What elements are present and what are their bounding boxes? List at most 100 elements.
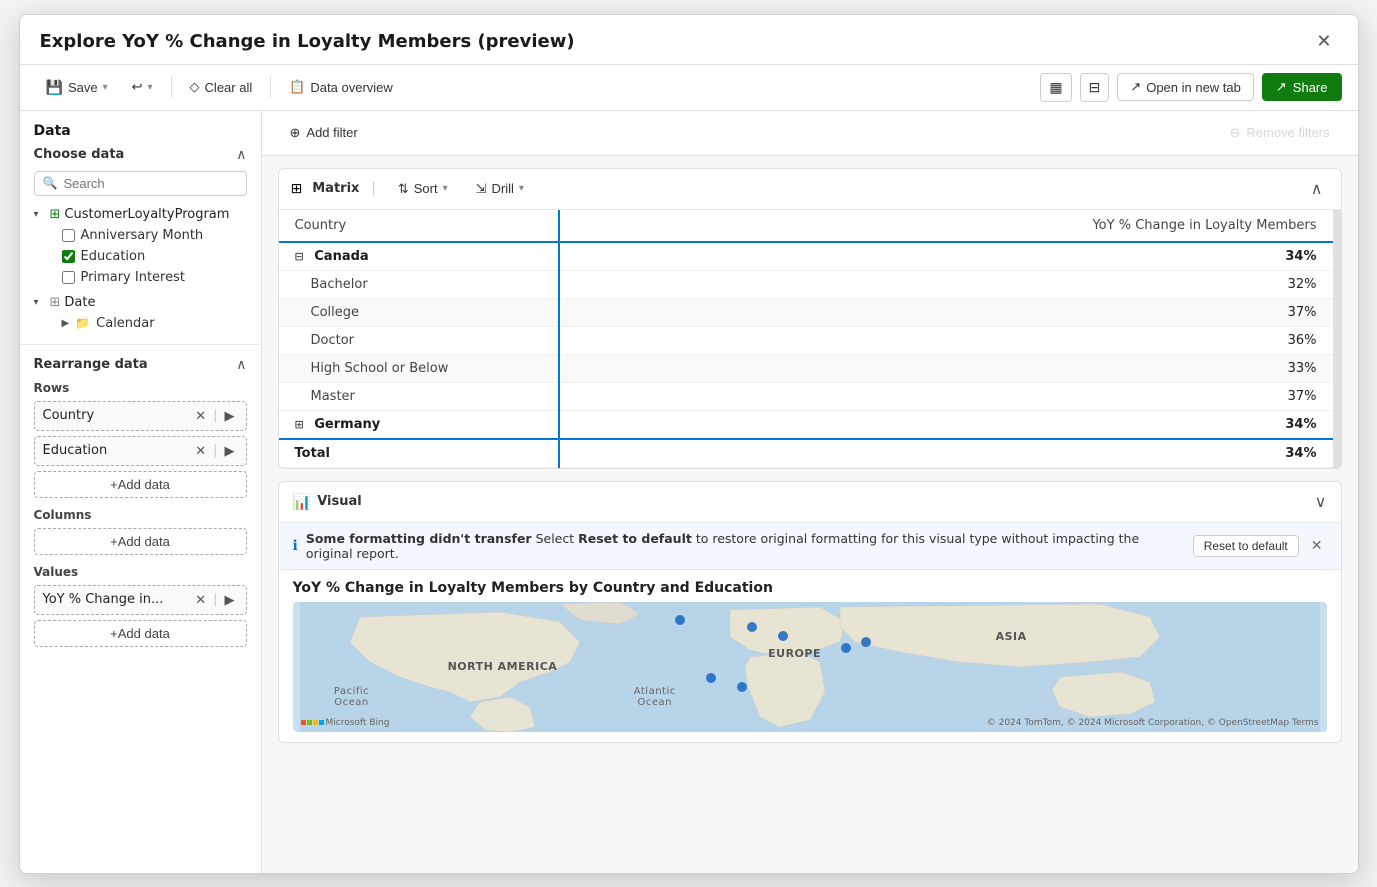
row-pill-education: Education ✕ | ▶ [34, 436, 247, 466]
rearrange-section: Rearrange data ∧ Rows Country ✕ | ▶ Educ… [20, 344, 261, 657]
map-container[interactable]: NORTH AMERICA EUROPE ASIA PacificOcean A… [293, 602, 1327, 732]
choose-data-header: Choose data ∧ [34, 147, 247, 163]
primary-interest-label: Primary Interest [81, 270, 185, 285]
grid-view-button[interactable]: ▦ [1040, 73, 1071, 102]
dismiss-warning-button[interactable]: ✕ [1307, 537, 1327, 554]
rows-label: Rows [34, 381, 247, 395]
total-label: Total [279, 439, 559, 468]
yoy-pill-label: YoY % Change in... [43, 592, 164, 607]
asia-label: ASIA [996, 630, 1027, 643]
data-section-title: Data [34, 123, 247, 139]
highschool-label: High School or Below [279, 354, 559, 382]
values-add-data-button[interactable]: +Add data [34, 620, 247, 647]
education-remove-btn[interactable]: ✕ [192, 442, 209, 460]
matrix-grid-icon: ⊞ [291, 181, 303, 197]
right-panel: ⊕ Add filter ⊖ Remove filters ⊞ Matrix |… [262, 111, 1358, 873]
anniversary-checkbox[interactable] [62, 229, 75, 242]
visual-collapse-button[interactable]: ∨ [1315, 492, 1327, 512]
country-more-btn[interactable]: ▶ [222, 407, 238, 425]
country-pill-label: Country [43, 408, 95, 423]
columns-label: Columns [34, 508, 247, 522]
map-dot-5 [861, 637, 871, 647]
rows-add-data-button[interactable]: +Add data [34, 471, 247, 498]
map-credit: © 2024 TomTom, © 2024 Microsoft Corporat… [987, 718, 1319, 728]
table-row: College 37% [279, 298, 1333, 326]
germany-expand[interactable]: ⊞ [295, 418, 304, 431]
data-overview-button[interactable]: 📋 Data overview [279, 74, 403, 100]
primary-interest-checkbox[interactable] [62, 271, 75, 284]
canada-label: ⊟ Canada [279, 242, 559, 271]
open-new-tab-button[interactable]: ↗ Open in new tab [1117, 73, 1254, 101]
undo-button[interactable]: ↩ ▾ [122, 74, 163, 100]
visual-section: 📊 Visual ∨ ℹ Some formatting didn't tran… [278, 481, 1342, 743]
close-button[interactable]: ✕ [1310, 29, 1337, 54]
drill-icon: ⇲ [476, 181, 487, 197]
table-row: Master 37% [279, 382, 1333, 410]
tree-child-education[interactable]: Education [34, 246, 247, 267]
rearrange-title: Rearrange data [34, 357, 148, 372]
date-expand-icon: ▾ [34, 297, 46, 308]
matrix-toolbar: ⊞ Matrix | ⇅ Sort ▾ ⇲ Drill ▾ ∧ [279, 169, 1341, 210]
college-label: College [279, 298, 559, 326]
yoy-remove-btn[interactable]: ✕ [192, 591, 209, 609]
tree-child-primary-interest[interactable]: Primary Interest [34, 267, 247, 288]
save-button[interactable]: 💾 Save ▾ [36, 74, 118, 101]
tree-item-date[interactable]: ▾ ⊞ Date [34, 292, 247, 313]
anniversary-label: Anniversary Month [81, 228, 204, 243]
education-checkbox[interactable] [62, 250, 75, 263]
matrix-collapse-button[interactable]: ∧ [1305, 177, 1329, 201]
save-dropdown-arrow: ▾ [103, 82, 108, 93]
college-value: 37% [559, 298, 1333, 326]
rearrange-collapse-icon: ∧ [236, 357, 246, 373]
undo-icon: ↩ [132, 79, 143, 95]
map-dot-1 [675, 615, 685, 625]
undo-dropdown-arrow: ▾ [148, 82, 153, 93]
drill-dropdown-arrow: ▾ [519, 183, 524, 194]
map-dot-4 [841, 643, 851, 653]
reset-to-default-button[interactable]: Reset to default [1193, 535, 1299, 557]
highschool-value: 33% [559, 354, 1333, 382]
matrix-scrollbar[interactable] [1333, 210, 1341, 468]
matrix-table: Country YoY % Change in Loyalty Members [279, 210, 1333, 468]
tree-child-calendar[interactable]: ▶ 📁 Calendar [34, 313, 247, 334]
yoy-more-btn[interactable]: ▶ [222, 591, 238, 609]
education-more-btn[interactable]: ▶ [222, 442, 238, 460]
bing-sq-blue [319, 720, 324, 725]
clear-all-button[interactable]: ◇ Clear all [180, 74, 263, 100]
search-box[interactable]: 🔍 [34, 171, 247, 196]
remove-filters-button[interactable]: ⊖ Remove filters [1222, 121, 1338, 145]
split-view-button[interactable]: ⊟ [1080, 73, 1110, 102]
visual-header: 📊 Visual ∨ [279, 482, 1341, 523]
table-row: High School or Below 33% [279, 354, 1333, 382]
search-input[interactable] [63, 176, 237, 191]
modal-header: Explore YoY % Change in Loyalty Members … [20, 15, 1358, 65]
education-pill-actions: ✕ | ▶ [192, 442, 237, 460]
col-yoy: YoY % Change in Loyalty Members [559, 210, 1333, 242]
tree-child-anniversary[interactable]: Anniversary Month [34, 225, 247, 246]
add-filter-button[interactable]: ⊕ Add filter [282, 121, 366, 145]
columns-add-data-button[interactable]: +Add data [34, 528, 247, 555]
drill-button[interactable]: ⇲ Drill ▾ [466, 177, 534, 201]
calendar-expand-icon: ▶ [62, 318, 70, 329]
sort-button[interactable]: ⇅ Sort ▾ [388, 177, 458, 201]
toolbar-divider-1 [171, 76, 172, 98]
country-remove-btn[interactable]: ✕ [192, 407, 209, 425]
pill-divider: | [213, 408, 217, 423]
matrix-table-wrapper: Country YoY % Change in Loyalty Members [279, 210, 1341, 468]
sort-icon: ⇅ [398, 181, 409, 197]
split-icon: ⊟ [1089, 79, 1101, 96]
bing-logo: Microsoft Bing [301, 718, 390, 728]
matrix-title: Matrix [312, 181, 359, 196]
canada-expand[interactable]: ⊟ [295, 250, 304, 263]
matrix-section: ⊞ Matrix | ⇅ Sort ▾ ⇲ Drill ▾ ∧ [278, 168, 1342, 469]
matrix-tbody: ⊟ Canada 34% Bachelor 32% [279, 242, 1333, 468]
row-pill-country: Country ✕ | ▶ [34, 401, 247, 431]
value-pill-yoy: YoY % Change in... ✕ | ▶ [34, 585, 247, 615]
tree-item-customer-loyalty[interactable]: ▾ ⊞ CustomerLoyaltyProgram [34, 204, 247, 225]
visual-chart-icon: 📊 [293, 493, 312, 511]
visual-title-text: 📊 Visual [293, 493, 362, 511]
share-button[interactable]: ↗ Share [1262, 73, 1342, 101]
date-label: Date [64, 295, 95, 310]
filter-icon: ⊕ [290, 125, 301, 141]
save-icon: 💾 [46, 79, 63, 96]
